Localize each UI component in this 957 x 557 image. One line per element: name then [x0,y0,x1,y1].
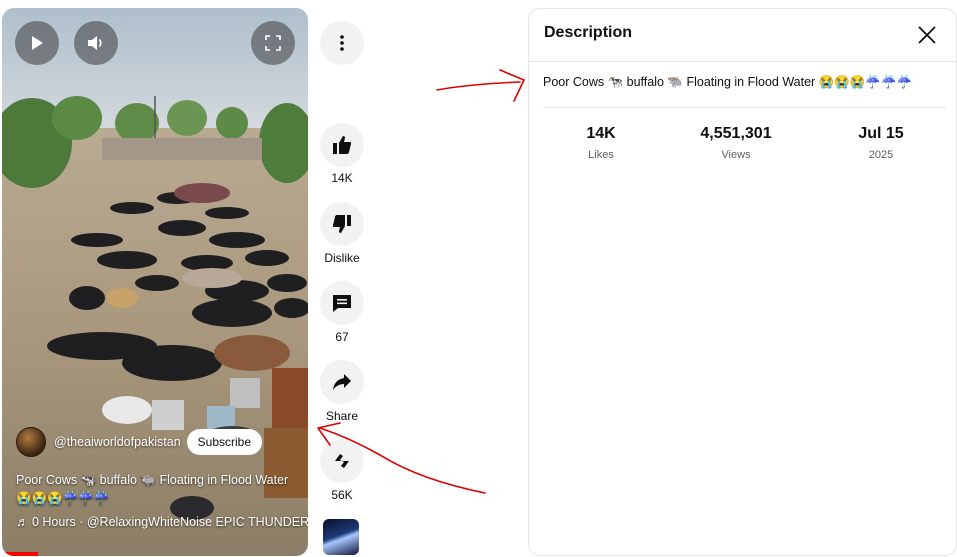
annotation-arrow-top [436,81,521,91]
description-panel: Description Poor Cows 🐄 buffalo 🐃 Floati… [528,8,957,556]
action-column: 14K Dislike 67 Share 56K [318,0,366,557]
comments-button[interactable] [320,281,364,325]
remix-button[interactable] [320,439,364,483]
volume-button[interactable] [74,21,118,65]
stat-value: 4,551,301 [700,125,772,142]
video-overlay-info: @theaiworldofpakistan Subscribe Poor Cow… [16,427,308,556]
panel-header: Description [529,9,956,62]
divider [543,107,946,108]
remix-count: 56K [331,488,353,502]
stat-value: 14K [586,125,616,142]
comment-count: 67 [335,330,349,344]
fullscreen-button[interactable] [251,21,295,65]
stat-label: 2025 [868,149,894,161]
channel-row: @theaiworldofpakistan Subscribe [16,427,263,457]
dislike-button[interactable] [320,202,364,246]
music-info[interactable]: ♬ 0 Hours · @RelaxingWhiteNoise EPIC THU… [16,515,308,529]
close-button[interactable] [916,24,938,46]
dislike-label: Dislike [324,251,360,265]
stat-views: 4,551,301 Views [676,125,796,161]
fullscreen-icon [265,35,281,51]
play-button[interactable] [15,21,59,65]
like-count: 14K [331,171,353,185]
like-button[interactable] [320,123,364,167]
remix-icon [335,454,349,468]
channel-avatar[interactable] [16,427,46,457]
thumbs-down-icon [332,215,351,233]
share-icon [333,374,351,390]
thumbs-up-icon [333,136,352,154]
more-vertical-icon [340,35,344,51]
comment-icon [333,295,351,312]
panel-title: Description [544,24,633,41]
share-label: Share [325,409,359,423]
stat-date: Jul 15 2025 [821,125,941,161]
annotation-arrowhead-top [499,69,525,102]
stat-value: Jul 15 [858,125,904,142]
audio-thumbnail[interactable] [323,519,359,555]
video-title[interactable]: Poor Cows 🐄 buffalo 🐃 Floating in Flood … [16,471,306,507]
shorts-video-player[interactable]: @theaiworldofpakistan Subscribe Poor Cow… [2,8,308,556]
subscribe-button[interactable]: Subscribe [186,429,263,455]
progress-bar[interactable] [2,552,38,556]
channel-handle[interactable]: @theaiworldofpakistan [54,435,181,449]
close-icon [918,26,936,44]
more-options-button[interactable] [320,21,364,65]
stat-label: Views [721,149,751,161]
volume-icon [88,36,102,50]
play-icon [32,36,43,50]
stat-likes: 14K Likes [541,125,661,161]
share-button[interactable] [320,360,364,404]
stat-label: Likes [588,149,614,161]
description-text: Poor Cows 🐄 buffalo 🐃 Floating in Flood … [543,75,913,89]
